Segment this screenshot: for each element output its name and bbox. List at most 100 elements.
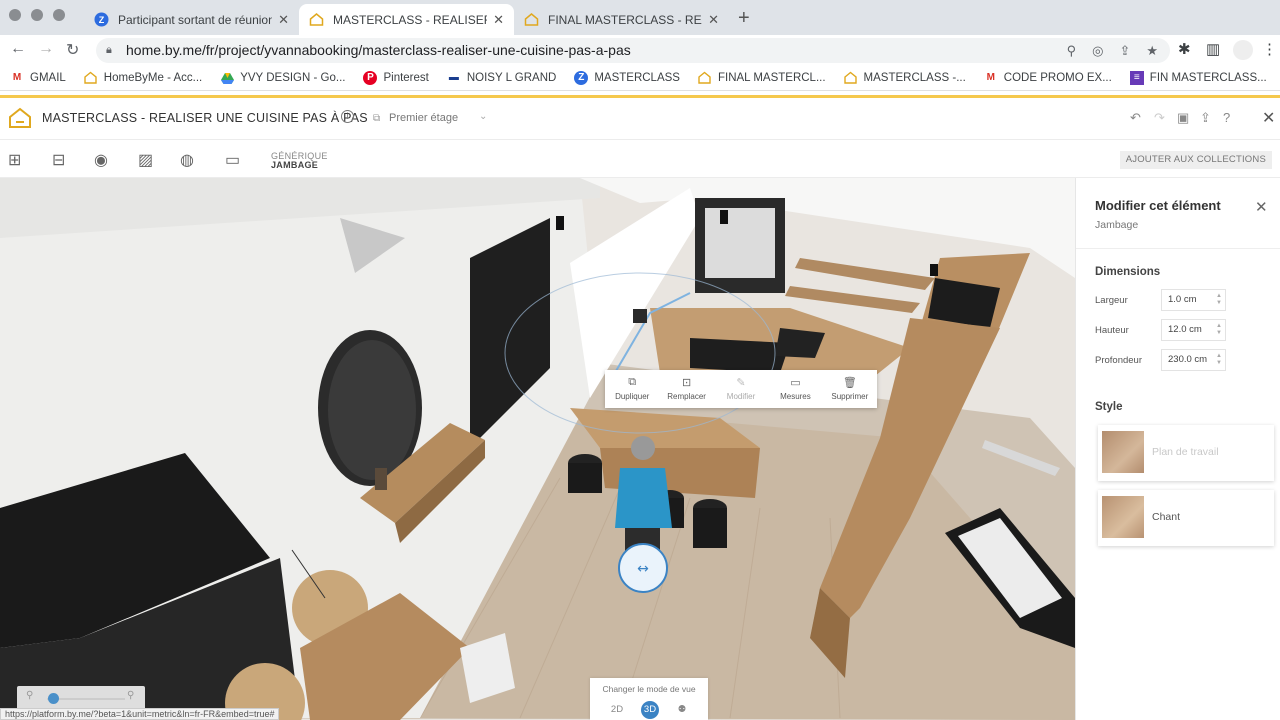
floor-selector[interactable]: Premier étage <box>389 112 458 124</box>
close-icon[interactable]: ✕ <box>1255 198 1268 216</box>
shapes-icon[interactable]: ◍ <box>180 150 194 170</box>
height-field[interactable]: 12.0 cm ▲ ▼ <box>1161 319 1226 341</box>
bookmarks-bar: M GMAIL HomeByMe - Acc... YVY DESIGN - Go… <box>0 65 1280 91</box>
window-zoom-dot[interactable] <box>53 9 65 21</box>
profile-avatar[interactable] <box>1233 40 1253 60</box>
share-icon[interactable]: ⇪ <box>1119 38 1130 63</box>
address-bar[interactable]: 🔒︎ home.by.me/fr/project/yvannabooking/m… <box>96 38 1170 63</box>
bookmark-item[interactable]: Z MASTERCLASS <box>574 70 680 85</box>
forward-icon[interactable]: → <box>38 40 54 58</box>
stepper-icon[interactable]: ▲ ▼ <box>1216 353 1222 367</box>
view-mode-label: Changer le mode de vue <box>602 684 696 694</box>
bookmark-item[interactable]: ≡ FIN MASTERCLASS... <box>1129 70 1267 85</box>
window-close-dot[interactable] <box>9 9 21 21</box>
bookmark-item[interactable]: MASTERCLASS -... <box>844 71 966 85</box>
close-app-icon[interactable]: ✕ <box>1262 108 1275 128</box>
bookmark-label: GMAIL <box>30 71 66 84</box>
homebyme-icon <box>84 71 98 85</box>
tab-close-icon[interactable]: ✕ <box>278 12 289 28</box>
window-minimize-dot[interactable] <box>31 9 43 21</box>
back-icon[interactable]: ← <box>10 40 26 58</box>
zoom-slider[interactable]: ⚲ ⚲ <box>17 686 145 710</box>
gmail-icon: M <box>986 72 995 83</box>
homebyme-icon <box>309 12 324 27</box>
replace-button[interactable]: ⊡ Remplacer <box>659 370 713 408</box>
browser-tab-3[interactable]: FINAL MASTERCLASS - REALIS ✕ <box>514 4 729 35</box>
width-label: Largeur <box>1095 295 1128 306</box>
info-icon[interactable]: i <box>341 110 354 123</box>
help-icon[interactable]: ? <box>1223 110 1230 125</box>
redo-icon[interactable]: ↷ <box>1154 110 1165 126</box>
edit-button[interactable]: ✎ Modifier <box>714 370 768 408</box>
depth-label: Profondeur <box>1095 355 1143 366</box>
bookmark-label: CODE PROMO EX... <box>1003 71 1112 84</box>
walkthrough-icon[interactable]: ⚉ <box>673 701 691 719</box>
gmail-icon: M <box>12 72 22 83</box>
app-header: MASTERCLASS - REALISER UNE CUISINE PAS À… <box>0 98 1280 140</box>
new-tab-button[interactable]: + <box>738 7 750 30</box>
bookmark-item[interactable]: HomeByMe - Acc... <box>84 71 202 85</box>
delete-button[interactable]: 🗑︎ Supprimer <box>823 370 877 408</box>
bookmark-item[interactable]: P Pinterest <box>363 70 429 85</box>
export-icon[interactable]: ⇪ <box>1200 110 1211 126</box>
bookmark-item[interactable]: YVY DESIGN - Go... <box>220 71 345 85</box>
height-value: 12.0 cm <box>1168 324 1202 335</box>
camera-icon[interactable]: ◉ <box>94 150 108 170</box>
3d-scene: ↔ <box>0 178 1075 720</box>
bookmark-item[interactable]: M CODE PROMO EX... <box>984 71 1112 85</box>
height-label: Hauteur <box>1095 325 1129 336</box>
extensions-icon[interactable]: ✱ <box>1178 40 1191 58</box>
edit-icon: ✎ <box>736 377 746 389</box>
bookmark-label: HomeByMe - Acc... <box>103 71 203 84</box>
bookmark-label: MASTERCLASS -... <box>863 71 966 84</box>
save-icon[interactable]: ▣ <box>1177 110 1189 126</box>
browser-tab-1[interactable]: Z Participant sortant de réunion · ✕ <box>84 4 299 35</box>
zoom-knob[interactable] <box>47 693 59 704</box>
zoom-icon: Z <box>94 12 109 27</box>
style-card-edge[interactable]: Chant <box>1098 490 1274 546</box>
bookmark-item[interactable]: ▬ NOISY L GRAND <box>447 71 556 85</box>
view-2d-button[interactable]: 2D <box>608 701 626 719</box>
star-icon[interactable]: ★ <box>1146 38 1158 63</box>
stepper-icon[interactable]: ▲ ▼ <box>1216 293 1222 307</box>
homebyme-logo-icon[interactable] <box>8 107 32 134</box>
bookmark-item[interactable]: M GMAIL <box>10 71 66 85</box>
search-icon[interactable]: ⚲ <box>1067 38 1077 63</box>
measures-button[interactable]: ▭ Mesures <box>768 370 822 408</box>
furniture-icon[interactable]: ⊟ <box>52 150 65 170</box>
3d-viewport[interactable]: ↔ ⧉ Dupliquer ⊡ Remplacer ✎ Modifier ▭ M… <box>0 178 1075 720</box>
panel-subtitle: Jambage <box>1095 219 1139 231</box>
measures-label: Mesures <box>780 392 811 401</box>
depth-field[interactable]: 230.0 cm ▲ ▼ <box>1161 349 1226 371</box>
width-field[interactable]: 1.0 cm ▲ ▼ <box>1161 289 1226 311</box>
reload-icon[interactable]: ↻ <box>66 40 79 60</box>
undo-icon[interactable]: ↶ <box>1130 110 1141 126</box>
tab-title: MASTERCLASS - REALISER UNE <box>333 12 488 27</box>
bookmark-item[interactable]: FINAL MASTERCL... <box>698 71 826 85</box>
stepper-icon[interactable]: ▲ ▼ <box>1216 323 1222 337</box>
divider <box>1076 248 1280 249</box>
style-card-worktop[interactable]: Plan de travail <box>1098 425 1274 481</box>
menu-icon[interactable]: ⋮ <box>1262 40 1277 58</box>
zoom-in-icon[interactable]: ⚲ <box>127 690 134 701</box>
floorplan-icon[interactable]: ⊞ <box>8 150 21 170</box>
sync-icon[interactable]: ◎ <box>1092 38 1103 63</box>
bookmark-label: FINAL MASTERCL... <box>717 71 826 84</box>
browser-tab-2[interactable]: MASTERCLASS - REALISER UNE ✕ <box>299 4 514 35</box>
car-icon: ▬ <box>448 72 459 83</box>
zoom-out-icon[interactable]: ⚲ <box>26 690 33 701</box>
tab-close-icon[interactable]: ✕ <box>708 12 719 28</box>
tab-close-icon[interactable]: ✕ <box>493 12 504 28</box>
browser-tab-strip: Z Participant sortant de réunion · ✕ MAS… <box>0 0 1280 35</box>
edge-swatch <box>1102 496 1144 538</box>
tab-title: FINAL MASTERCLASS - REALIS <box>548 12 702 27</box>
side-panel-icon[interactable]: ▥ <box>1206 40 1220 58</box>
add-to-collections-button[interactable]: AJOUTER AUX COLLECTIONS <box>1119 151 1272 169</box>
chevron-down-icon[interactable]: ⌄ <box>479 111 487 122</box>
ruler-tool-icon[interactable]: ▭ <box>225 150 240 170</box>
image-icon[interactable]: ▨ <box>138 150 153 170</box>
replace-label: Remplacer <box>667 392 706 401</box>
bookmark-label: Pinterest <box>383 71 429 84</box>
view-3d-button[interactable]: 3D <box>641 701 659 719</box>
duplicate-button[interactable]: ⧉ Dupliquer <box>605 370 659 408</box>
